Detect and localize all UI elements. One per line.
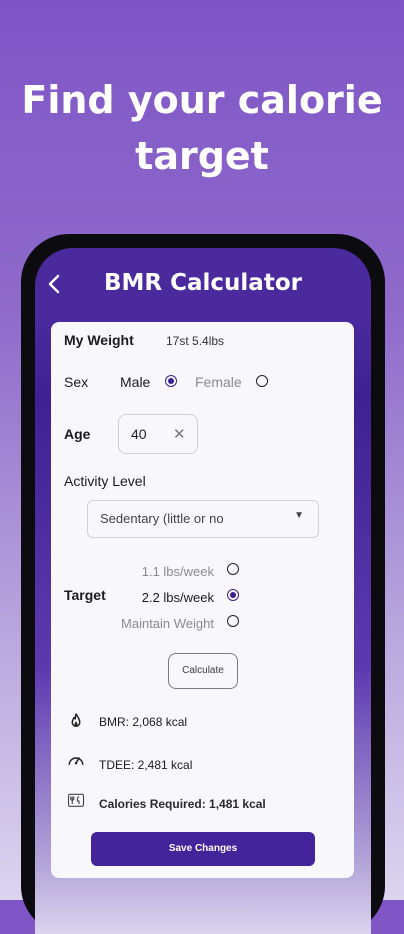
weight-label: My Weight: [64, 332, 134, 348]
save-changes-button[interactable]: Save Changes: [91, 832, 315, 866]
target-option-3-label[interactable]: Maintain Weight: [74, 616, 214, 631]
calculate-button[interactable]: Calculate: [168, 653, 238, 689]
age-label: Age: [64, 426, 91, 442]
sex-label: Sex: [64, 374, 89, 390]
target-option-2-label[interactable]: 2.2 lbs/week: [74, 590, 214, 605]
target-option-1-radio[interactable]: [227, 563, 239, 575]
headline-line-1: Find your calorie: [21, 78, 383, 122]
target-option-2-radio[interactable]: [227, 589, 239, 601]
headline: Find your calorie target: [0, 72, 404, 184]
headline-line-2: target: [135, 134, 269, 178]
calories-required-result: Calories Required: 1,481 kcal: [99, 797, 266, 811]
age-input[interactable]: 40 ✕: [118, 414, 198, 454]
bmr-result: BMR: 2,068 kcal: [99, 715, 188, 729]
cutlery-icon: [67, 793, 85, 807]
activity-level-label: Activity Level: [64, 473, 146, 489]
speedometer-icon: [68, 757, 84, 765]
app-bar: BMR Calculator: [35, 248, 371, 320]
close-icon[interactable]: ✕: [173, 425, 186, 443]
phone-screen: BMR Calculator My Weight 17st 5.4lbs Sex…: [35, 248, 371, 934]
flame-icon: [71, 713, 81, 727]
target-option-3-radio[interactable]: [227, 615, 239, 627]
app-title: BMR Calculator: [104, 270, 302, 296]
tdee-result: TDEE: 2,481 kcal: [99, 758, 193, 772]
sex-option-female-label[interactable]: Female: [195, 374, 242, 390]
sex-option-female-radio[interactable]: [256, 375, 268, 387]
activity-level-select[interactable]: Sedentary (little or no ▼: [87, 500, 319, 538]
activity-level-value: Sedentary (little or no: [100, 511, 224, 526]
sex-option-male-label[interactable]: Male: [120, 374, 150, 390]
chevron-down-icon: ▼: [294, 510, 304, 521]
target-option-1-label[interactable]: 1.1 lbs/week: [74, 564, 214, 579]
weight-value: 17st 5.4lbs: [166, 334, 225, 348]
phone-frame: BMR Calculator My Weight 17st 5.4lbs Sex…: [21, 234, 385, 934]
sex-option-male-radio[interactable]: [165, 375, 177, 387]
calculator-card: My Weight 17st 5.4lbs Sex Male Female Ag…: [51, 322, 354, 878]
age-input-value: 40: [131, 426, 147, 442]
